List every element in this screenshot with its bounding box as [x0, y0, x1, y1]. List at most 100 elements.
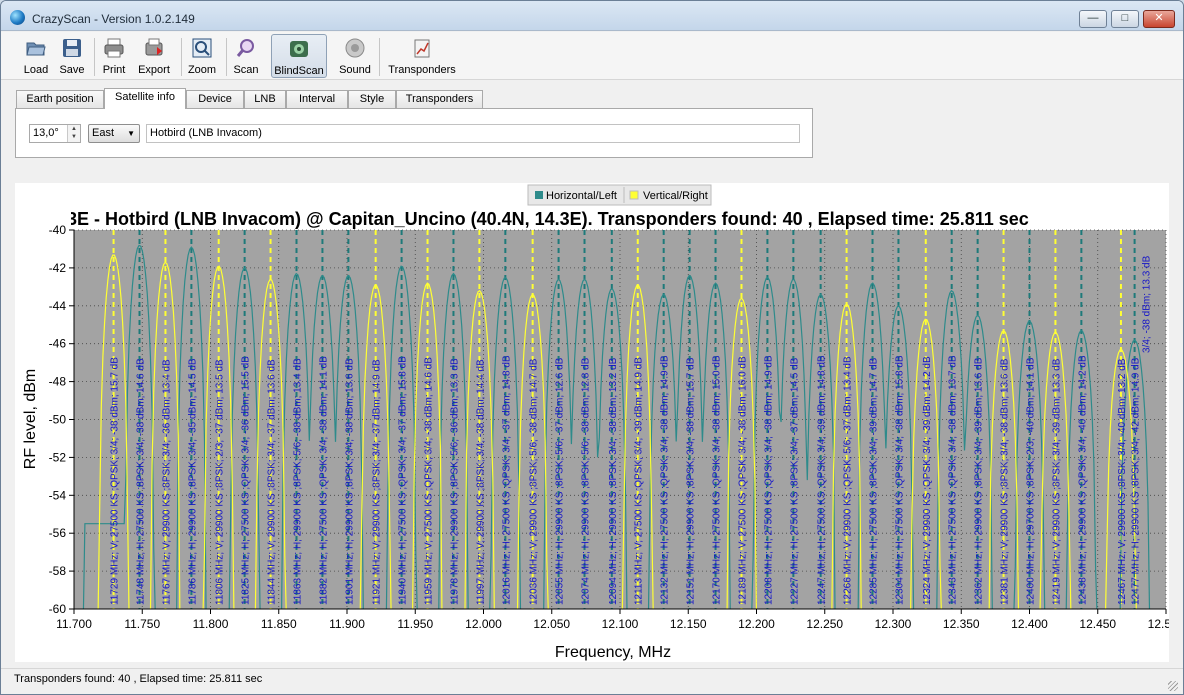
- orbital-position-spinbox[interactable]: 13,0° ▲ ▼: [29, 124, 81, 143]
- x-tick-label: 12.350: [943, 617, 980, 631]
- x-tick-label: 12.450: [1079, 617, 1116, 631]
- transponder-label: 11729 MHz; V; 27500 KS ;QPSK; 3/4; -38 d…: [110, 357, 121, 605]
- transponder-label: 12324 MHz; V; 29900 KS ;QPSK; 3/4; -39 d…: [922, 356, 933, 605]
- transponder-label: 11844 MHz; V; 29900 KS ;8PSK; 3/4; -37 d…: [267, 359, 278, 605]
- x-tick-label: 12.100: [602, 617, 639, 631]
- direction-select[interactable]: East ▼: [88, 124, 140, 143]
- transponder-label: 11786 MHz; H; 29900 KS ;8PSK; 3/4; -35 d…: [187, 358, 198, 605]
- floppy-disk-icon: [63, 39, 81, 57]
- transponder-label: 12467 MHz; V; 29900 KS ;8PSK; 3/4; -40 d…: [1117, 358, 1128, 605]
- satellite-info-panel: 13,0° ▲ ▼ East ▼ Hotbird (LNB Invacom): [15, 108, 813, 158]
- transponder-label: 12343 MHz; H; 27500 KS ;QPSK; 3/4; -38 d…: [948, 355, 959, 605]
- x-tick-label: 11.900: [329, 617, 365, 631]
- tab-style[interactable]: Style: [348, 90, 396, 109]
- orbital-position-value: 13,0°: [33, 127, 59, 139]
- zoom-button[interactable]: Zoom: [185, 34, 219, 78]
- y-tick-label: -52: [49, 450, 67, 464]
- transponder-label: 12247 MHz; H; 27500 KS ;QPSK; 3/4; -39 d…: [817, 355, 828, 605]
- transponder-label: 12151 MHz; H; 29900 KS ;8PSK; 3/4; -38 d…: [686, 357, 697, 605]
- transponder-label: 12132 MHz; H; 27500 KS ;QPSK; 3/4; -38 d…: [660, 355, 671, 605]
- transponders-button[interactable]: Transponders: [387, 34, 457, 78]
- transponder-label: 12036 MHz; V; 29900 KS ;8PSK; 5/6; -38 d…: [529, 358, 540, 605]
- legend-swatch-horizontal: [535, 191, 543, 199]
- y-tick-label: -48: [49, 375, 67, 389]
- transponder-label: 12304 MHz; H; 27500 KS ;QPSK; 3/4; -38 d…: [894, 355, 905, 605]
- toolbar-separator: [94, 38, 95, 76]
- x-axis-label: Frequency, MHz: [555, 644, 671, 661]
- blindscan-button[interactable]: BlindScan: [271, 34, 327, 78]
- export-icon: [145, 38, 163, 56]
- transponder-label: 11882 MHz; H; 27500 KS ;QPSK; 3/4; -38 d…: [318, 356, 329, 605]
- x-tick-label: 12.250: [806, 617, 843, 631]
- transponder-label: 12055 MHz; H; 29900 KS ;8PSK; 5/6; -37 d…: [555, 357, 566, 605]
- close-button[interactable]: ✕: [1143, 10, 1175, 28]
- transponder-label: 11959 MHz; V; 27500 KS ;QPSK; 3/4; -38 d…: [424, 357, 435, 605]
- transponder-label: 12208 MHz; H; 27500 KS ;QPSK; 3/4; -38 d…: [763, 355, 774, 605]
- x-tick-label: 11.800: [193, 617, 229, 631]
- transponder-label: 11748 MHz; H; 27500 KS ;8PSK; 3/4; -38 d…: [136, 358, 147, 605]
- zoom-icon: [192, 38, 212, 58]
- spin-arrows-icon[interactable]: ▲ ▼: [67, 125, 80, 142]
- direction-value: East: [92, 127, 115, 139]
- toolbar-separator: [181, 38, 182, 76]
- resize-grip-icon[interactable]: [1168, 681, 1178, 691]
- scan-button[interactable]: Scan: [230, 34, 262, 78]
- tab-device[interactable]: Device: [186, 90, 244, 109]
- print-button[interactable]: Print: [98, 34, 130, 78]
- tab-transponders[interactable]: Transponders: [396, 90, 483, 109]
- export-button[interactable]: Export: [135, 34, 173, 78]
- speaker-icon: [345, 38, 365, 58]
- maximize-button[interactable]: □: [1111, 10, 1139, 28]
- x-tick-label: 12.000: [465, 617, 502, 631]
- transponder-label: 11767 MHz; V; 29900 KS ;8PSK; 3/4; -36 d…: [161, 359, 172, 605]
- save-button[interactable]: Save: [55, 34, 89, 78]
- transponder-label: 11940 MHz; H; 27500 KS ;QPSK; 3/4; -37 d…: [398, 356, 409, 605]
- tab-earth-position[interactable]: Earth position: [16, 90, 104, 109]
- x-tick-label: 12.300: [875, 617, 912, 631]
- minimize-button[interactable]: —: [1079, 10, 1107, 28]
- tab-satellite-info[interactable]: Satellite info: [104, 88, 186, 109]
- y-tick-label: -60: [49, 602, 67, 616]
- transponder-label-extra: 3/4; -38 dBm; 13.3 dB: [1142, 255, 1153, 353]
- transponder-label: 12362 MHz; H; 29900 KS ;8PSK; 3/4; -39 d…: [974, 357, 985, 605]
- spectrum-chart[interactable]: Horizontal/Left Vertical/Right 13E - Hot…: [15, 183, 1183, 662]
- sound-button[interactable]: Sound: [337, 34, 373, 78]
- magnifier-icon: [236, 39, 254, 57]
- transponder-label: 12074 MHz; H; 29900 KS ;8PSK; 5/6; -38 d…: [581, 357, 592, 605]
- x-tick-label: 12.150: [670, 617, 707, 631]
- app-globe-icon: [10, 10, 25, 25]
- x-tick-label: 11.850: [261, 617, 297, 631]
- y-tick-label: -44: [49, 299, 67, 313]
- load-button[interactable]: Load: [19, 34, 53, 78]
- transponder-label: 12170 MHz; H; 27500 KS ;QPSK; 3/4; -38 d…: [712, 355, 723, 605]
- title-bar[interactable]: CrazyScan - Version 1.0.2.149 — □ ✕: [1, 1, 1183, 31]
- transponder-label: 12419 MHz; V; 29900 KS ;8PSK; 3/4; -39 d…: [1051, 358, 1062, 605]
- transponder-label: 11997 MHz; V; 29900 KS ;8PSK; 3/4; -38 d…: [475, 359, 486, 605]
- toolbar-separator: [379, 38, 380, 76]
- transponder-label: 11921 MHz; V; 29900 KS ;8PSK; 3/4; -37 d…: [372, 359, 383, 605]
- folder-open-icon: [26, 42, 46, 56]
- transponder-label: 12227 MHz; H; 27500 KS ;8PSK; 3/4; -37 d…: [789, 357, 800, 605]
- y-axis-label: RF level, dBm: [22, 369, 39, 469]
- blindscan-icon: [290, 41, 308, 57]
- tab-lnb[interactable]: LNB: [244, 90, 286, 109]
- x-tick-label: 12.200: [738, 617, 775, 631]
- satellite-name-input[interactable]: Hotbird (LNB Invacom): [146, 124, 800, 143]
- y-tick-label: -40: [49, 223, 67, 237]
- transponder-label: 12094 MHz; H; 29900 KS ;8PSK; 3/4; -38 d…: [608, 357, 619, 605]
- x-tick-label: 11.950: [397, 617, 433, 631]
- chart-title: 13E - Hotbird (LNB Invacom) @ Capitan_Un…: [57, 209, 1029, 229]
- window-title: CrazyScan - Version 1.0.2.149: [32, 12, 195, 26]
- transponder-label: 11825 MHz; H; 27500 KS ;QPSK; 3/4; -36 d…: [241, 356, 252, 605]
- transponder-label: 12113 MHz; V; 27500 KS ;QPSK; 3/4; -39 d…: [634, 357, 645, 605]
- tab-interval[interactable]: Interval: [286, 90, 348, 109]
- chart-legend: Horizontal/Left Vertical/Right: [527, 184, 712, 206]
- y-tick-label: -50: [49, 413, 67, 427]
- transponders-icon: [414, 39, 430, 58]
- y-tick-label: -56: [49, 526, 67, 540]
- transponder-label: 12189 MHz; V; 27500 KS ;QPSK; 3/4; -38 d…: [737, 356, 748, 605]
- x-tick-label: 11.750: [124, 617, 160, 631]
- legend-swatch-vertical: [629, 190, 639, 200]
- transponder-label: 12438 MHz; H; 29900 KS ;QPSK; 3/4; -40 d…: [1077, 355, 1088, 605]
- toolbar: Load Save Print Export Zoom Scan BlindSc…: [1, 32, 1183, 80]
